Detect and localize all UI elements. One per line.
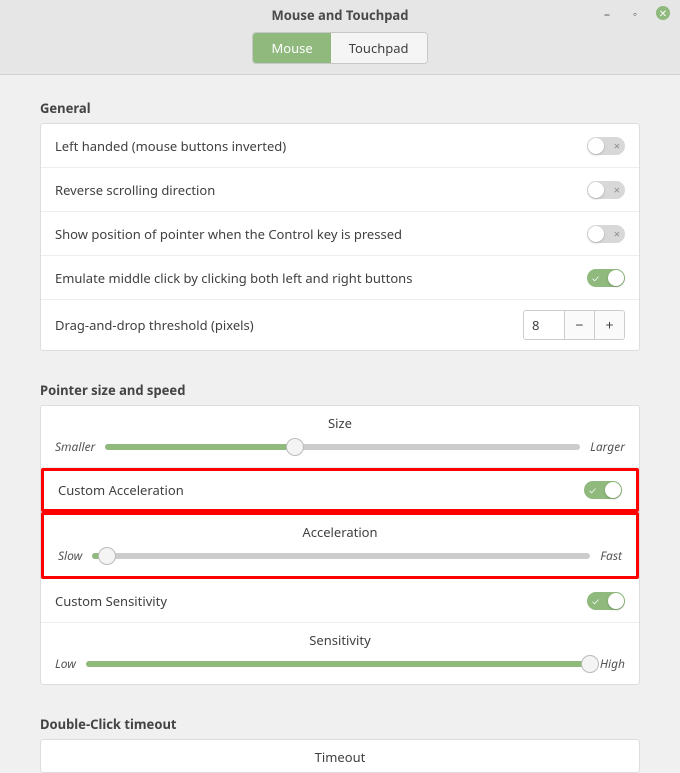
section-heading-general: General (40, 99, 640, 117)
acceleration-min-label: Slow (58, 547, 82, 564)
tab-switcher: Mouse Touchpad (252, 32, 427, 64)
sensitivity-title: Sensitivity (55, 631, 625, 649)
window-header: Mouse and Touchpad – ◦ ✕ Mouse Touchpad (0, 0, 680, 75)
row-sensitivity: Sensitivity Low High (41, 623, 639, 684)
dnd-threshold-decrement[interactable]: − (564, 311, 594, 339)
acceleration-max-label: Fast (600, 547, 622, 564)
window-controls: – ◦ ✕ (600, 6, 670, 20)
label-custom-acceleration: Custom Acceleration (58, 481, 184, 499)
section-heading-pointer: Pointer size and speed (40, 381, 640, 399)
size-min-label: Smaller (55, 438, 95, 455)
row-custom-acceleration: Custom Acceleration ✓ (41, 468, 639, 512)
toggle-custom-acceleration[interactable]: ✓ (584, 481, 622, 499)
dnd-threshold-value[interactable]: 8 (524, 311, 564, 339)
row-reverse-scroll: Reverse scrolling direction × (41, 168, 639, 212)
tab-touchpad[interactable]: Touchpad (331, 33, 427, 63)
row-custom-sensitivity: Custom Sensitivity ✓ (41, 579, 639, 623)
row-acceleration: Acceleration Slow Fast (41, 512, 639, 579)
label-reverse-scroll: Reverse scrolling direction (55, 181, 215, 199)
close-icon[interactable]: ✕ (656, 6, 670, 20)
title-row: Mouse and Touchpad – ◦ ✕ (0, 6, 680, 24)
toggle-left-handed[interactable]: × (587, 137, 625, 155)
acceleration-slider[interactable] (92, 553, 590, 559)
size-max-label: Larger (590, 438, 625, 455)
dnd-threshold-spinner: 8 − + (523, 310, 625, 340)
row-show-position: Show position of pointer when the Contro… (41, 212, 639, 256)
row-pointer-size: Size Smaller Larger (41, 406, 639, 468)
label-custom-sensitivity: Custom Sensitivity (55, 592, 167, 610)
label-left-handed: Left handed (mouse buttons inverted) (55, 137, 286, 155)
content: General Left handed (mouse buttons inver… (0, 75, 680, 773)
maximize-icon[interactable]: ◦ (628, 6, 642, 20)
toggle-emulate-middle[interactable]: ✓ (587, 269, 625, 287)
section-heading-doubleclick: Double-Click timeout (40, 715, 640, 733)
row-left-handed: Left handed (mouse buttons inverted) × (41, 124, 639, 168)
toggle-custom-sensitivity[interactable]: ✓ (587, 592, 625, 610)
panel-pointer: Size Smaller Larger Custom Acceleration … (40, 405, 640, 685)
sensitivity-slider[interactable] (86, 661, 590, 667)
row-timeout: Timeout (41, 740, 639, 766)
timeout-title: Timeout (55, 748, 625, 766)
panel-general: Left handed (mouse buttons inverted) × R… (40, 123, 640, 351)
toggle-show-position[interactable]: × (587, 225, 625, 243)
label-show-position: Show position of pointer when the Contro… (55, 225, 402, 243)
dnd-threshold-increment[interactable]: + (594, 311, 624, 339)
tab-mouse[interactable]: Mouse (253, 33, 330, 63)
toggle-reverse-scroll[interactable]: × (587, 181, 625, 199)
sensitivity-max-label: High (600, 655, 625, 672)
window-title: Mouse and Touchpad (272, 6, 409, 24)
label-emulate-middle: Emulate middle click by clicking both le… (55, 269, 412, 287)
panel-doubleclick: Timeout (40, 739, 640, 773)
label-dnd-threshold: Drag-and-drop threshold (pixels) (55, 316, 254, 334)
sensitivity-min-label: Low (55, 655, 76, 672)
size-title: Size (55, 414, 625, 432)
acceleration-title: Acceleration (58, 523, 622, 541)
row-emulate-middle: Emulate middle click by clicking both le… (41, 256, 639, 300)
row-dnd-threshold: Drag-and-drop threshold (pixels) 8 − + (41, 300, 639, 350)
minimize-icon[interactable]: – (600, 6, 614, 20)
size-slider[interactable] (105, 444, 580, 450)
